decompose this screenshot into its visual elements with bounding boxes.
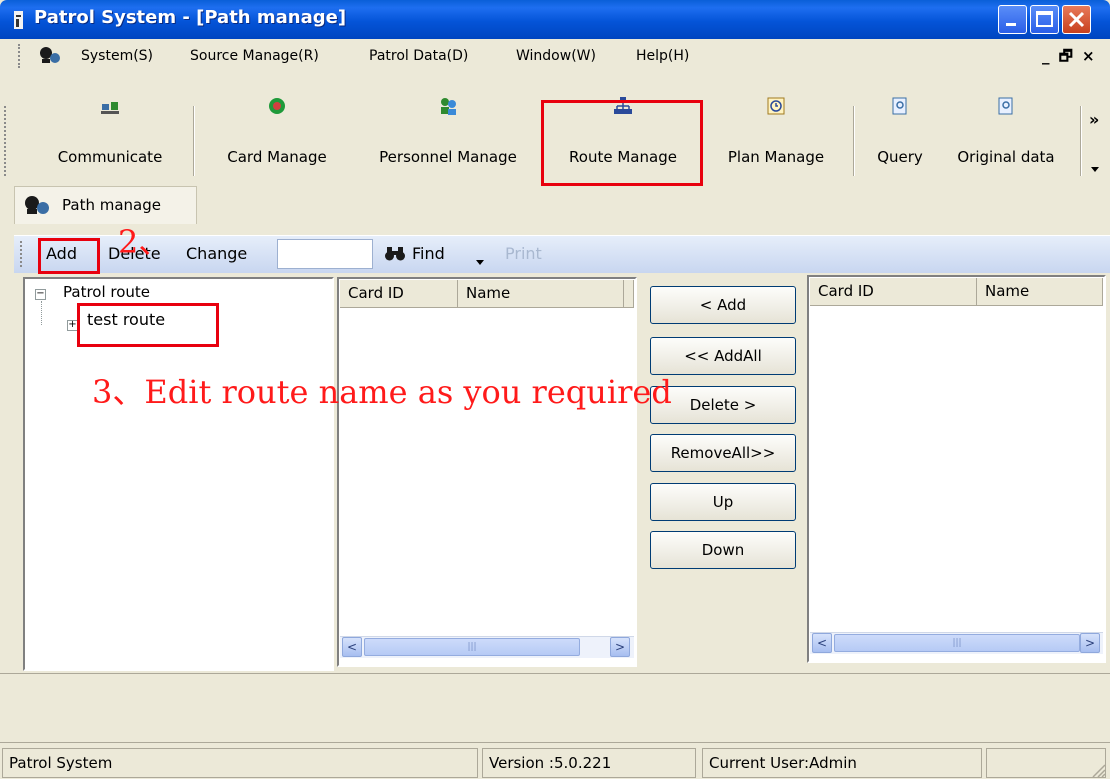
system-menu-icon[interactable] xyxy=(36,44,66,66)
window-title: Patrol System - [Path manage] xyxy=(34,7,347,28)
status-app-name: Patrol System xyxy=(2,748,478,778)
communicate-button[interactable]: Communicate xyxy=(40,72,180,182)
annotation-step2: 2、 xyxy=(118,223,171,261)
scroll-right-icon[interactable]: > xyxy=(1080,633,1100,653)
route-manage-highlight xyxy=(541,100,703,186)
scroll-left-icon[interactable]: < xyxy=(342,637,362,657)
plan-manage-button[interactable]: Plan Manage xyxy=(706,72,846,182)
maximize-icon xyxy=(1036,11,1053,27)
original-data-icon xyxy=(996,96,1016,116)
add-card-button[interactable]: < Add xyxy=(650,286,796,324)
column-header-card-id[interactable]: Card ID xyxy=(810,278,977,306)
scrollbar-thumb[interactable]: ||| xyxy=(364,638,580,656)
toolbar-separator xyxy=(1080,106,1082,176)
close-icon xyxy=(1068,11,1085,28)
move-up-button[interactable]: Up xyxy=(650,483,796,521)
card-manage-icon xyxy=(267,96,287,116)
toolbar-separator xyxy=(193,106,195,176)
maximize-button[interactable] xyxy=(1030,5,1059,34)
add-all-button[interactable]: << AddAll xyxy=(650,337,796,375)
move-down-button[interactable]: Down xyxy=(650,531,796,569)
tree-root-patrol-route[interactable]: Patrol route xyxy=(63,283,150,301)
original-data-label: Original data xyxy=(957,148,1055,166)
scrollbar-thumb[interactable]: ||| xyxy=(834,634,1080,652)
path-manage-tab-icon xyxy=(22,193,54,217)
find-button[interactable]: Find xyxy=(412,244,445,263)
personnel-manage-label: Personnel Manage xyxy=(379,148,517,166)
card-manage-button[interactable]: Card Manage xyxy=(206,72,348,182)
menu-grip[interactable] xyxy=(18,44,22,68)
plan-manage-label: Plan Manage xyxy=(727,148,825,166)
close-button[interactable] xyxy=(1062,5,1091,34)
app-icon xyxy=(12,9,26,31)
card-manage-label: Card Manage xyxy=(227,148,327,166)
change-button[interactable]: Change xyxy=(186,244,247,263)
action-toolbar-grip[interactable] xyxy=(20,241,24,267)
tab-path-manage-label: Path manage xyxy=(62,196,161,214)
menu-source-manage[interactable]: Source Manage(R) xyxy=(190,48,319,64)
toolbar-separator xyxy=(853,106,855,176)
tree-connector xyxy=(41,301,42,325)
original-data-button[interactable]: Original data xyxy=(936,72,1076,182)
action-toolbar xyxy=(14,235,1110,273)
tree-collapse-icon[interactable]: − xyxy=(35,289,46,300)
available-card-list[interactable] xyxy=(807,275,1106,663)
horizontal-scrollbar[interactable]: < ||| > xyxy=(340,636,634,658)
menu-patrol-data[interactable]: Patrol Data(D) xyxy=(369,48,468,64)
annotation-step3: 3、Edit route name as you required xyxy=(92,373,672,411)
personnel-manage-button[interactable]: Personnel Manage xyxy=(354,72,542,182)
resize-grip-icon[interactable] xyxy=(1088,760,1106,778)
menu-system[interactable]: System(S) xyxy=(81,48,153,64)
scroll-left-icon[interactable]: < xyxy=(812,633,832,653)
binoculars-icon xyxy=(384,245,406,263)
search-input[interactable] xyxy=(277,239,373,269)
status-version: Version :5.0.221 xyxy=(482,748,696,778)
menu-window[interactable]: Window(W) xyxy=(516,48,596,64)
minimize-icon xyxy=(1006,23,1016,26)
plan-manage-icon xyxy=(766,96,786,116)
add-highlight xyxy=(38,238,100,274)
column-header-card-id[interactable]: Card ID xyxy=(340,280,458,308)
find-dropdown-icon[interactable] xyxy=(475,252,485,270)
toolbar-dropdown-icon[interactable] xyxy=(1090,160,1100,178)
query-button[interactable]: Query xyxy=(864,72,936,182)
communicate-icon xyxy=(100,96,120,116)
toolbar-overflow-button[interactable]: » xyxy=(1089,110,1099,129)
mdi-controls[interactable]: _ 🗗 × xyxy=(1042,46,1106,68)
print-button[interactable]: Print xyxy=(505,244,542,263)
route-card-list[interactable] xyxy=(337,277,637,667)
minimize-button[interactable] xyxy=(998,5,1027,34)
scroll-right-icon[interactable]: > xyxy=(610,637,630,657)
remove-all-button[interactable]: RemoveAll>> xyxy=(650,434,796,472)
column-header-filler xyxy=(624,280,634,308)
horizontal-scrollbar[interactable]: < ||| > xyxy=(810,632,1103,654)
communicate-label: Communicate xyxy=(57,148,163,166)
delete-card-button[interactable]: Delete > xyxy=(650,386,796,424)
personnel-manage-icon xyxy=(438,96,458,116)
query-label: Query xyxy=(877,148,923,166)
bottom-panel xyxy=(0,673,1110,735)
test-route-highlight xyxy=(77,303,219,347)
menu-help[interactable]: Help(H) xyxy=(636,48,689,64)
column-header-name[interactable]: Name xyxy=(458,280,624,308)
query-icon xyxy=(890,96,910,116)
column-header-name[interactable]: Name xyxy=(977,278,1103,306)
status-current-user: Current User:Admin xyxy=(702,748,982,778)
toolbar-grip[interactable] xyxy=(4,106,8,176)
